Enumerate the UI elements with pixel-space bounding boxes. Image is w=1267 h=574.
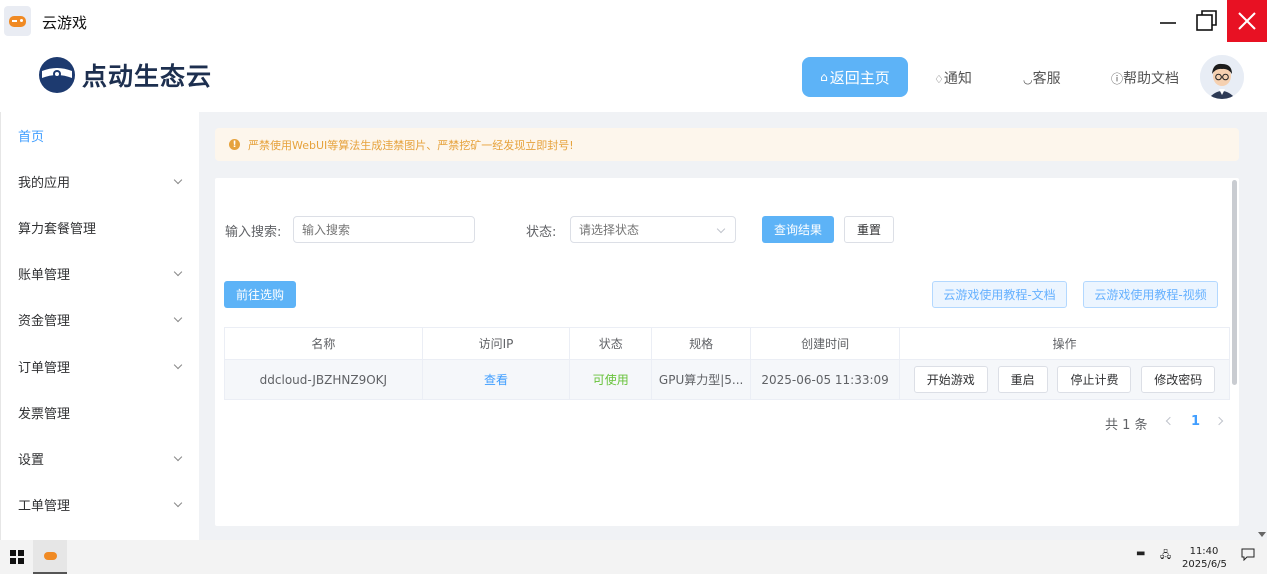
sidebar-item[interactable]: 我的应用 [1,158,199,204]
sidebar-item-label: 发票管理 [18,406,71,422]
column-header: 规格 [651,327,752,360]
search-input[interactable] [293,216,475,243]
close-icon [1238,12,1256,30]
bell-icon: ♢ [934,73,944,86]
stop-billing-button[interactable]: 停止计费 [1057,366,1132,393]
sidebar-item-label: 设置 [18,452,45,468]
tutorial-video-button[interactable]: 云游戏使用教程-视频 [1083,281,1218,308]
header: 点动生态云 ⌂ 返回主页 ♢通知 ◡客服 ⓘ帮助文档 [0,42,1267,112]
sidebar-item-label: 我的应用 [18,175,71,191]
logo[interactable]: 点动生态云 [38,56,212,94]
network-icon[interactable]: 🖧 [1160,548,1171,565]
sidebar-item[interactable]: 资金管理 [1,297,199,343]
column-header: 名称 [224,327,423,360]
sidebar-item[interactable]: 发票管理 [1,389,199,435]
chevron-down-icon [173,498,183,508]
warning-icon: ! [229,139,240,150]
sidebar-item-label: 账单管理 [18,268,71,284]
search-label: 输入搜索: [225,225,282,240]
sidebar-item[interactable]: 设置 [1,435,199,481]
chevron-down-icon [173,452,183,462]
warning-text: 严禁使用WebUI等算法生成违禁图片、严禁挖矿一经发现立即封号! [248,138,574,152]
table-header-row: 名称 访问IP 状态 规格 创建时间 操作 [224,327,1230,360]
restart-button[interactable]: 重启 [997,366,1048,393]
minimize-button[interactable] [1148,0,1188,42]
column-header: 创建时间 [750,327,901,360]
window-title: 云游戏 [42,14,88,32]
windows-start-icon[interactable] [10,550,24,564]
restore-icon [1196,10,1217,31]
headset-icon: ◡ [1023,73,1033,86]
sidebar-item[interactable]: 算力套餐管理 [1,204,199,250]
taskbar: ▬ 🖧 11:40 2025/6/5 [0,540,1267,574]
query-button[interactable]: 查询结果 [762,216,834,243]
warning-banner: ! 严禁使用WebUI等算法生成违禁图片、严禁挖矿一经发现立即封号! [215,128,1239,161]
sidebar-item[interactable]: 账单管理 [1,251,199,297]
status-select[interactable] [570,216,736,243]
vertical-scrollbar[interactable] [1232,180,1237,385]
column-header: 操作 [899,327,1230,360]
service-link[interactable]: ◡客服 [1023,68,1061,88]
sidebar: 首页我的应用算力套餐管理 账单管理资金管理订单管理发票管理设置工单管理 [0,112,199,540]
chevron-down-icon [173,314,183,323]
column-header: 状态 [569,327,653,360]
gamepad-icon [4,6,31,36]
sidebar-item-label: 算力套餐管理 [18,221,97,237]
taskbar-app-cloud-game[interactable] [33,540,67,574]
scroll-down-icon[interactable] [1258,532,1266,537]
logo-text: 点动生态云 [82,62,213,91]
instance-name: ddcloud-JBZHNZ9OKJ [224,359,423,400]
goto-select-button[interactable]: 前往选购 [224,281,296,308]
status-text: 可使用 [592,373,629,387]
start-game-button[interactable]: 开始游戏 [913,366,988,393]
change-password-button[interactable]: 修改密码 [1141,366,1216,393]
column-header: 访问IP [421,327,571,360]
tutorial-doc-button[interactable]: 云游戏使用教程-文档 [932,281,1067,308]
notification-icon[interactable] [1241,547,1255,564]
help-icon: ⓘ [1111,72,1124,86]
sidebar-item[interactable]: 工单管理 [1,482,199,528]
sidebar-item-label: 订单管理 [18,360,71,376]
notice-link[interactable]: ♢通知 [934,68,972,88]
logo-icon [39,57,75,93]
status-label: 状态: [526,225,557,240]
system-clock[interactable]: 11:40 2025/6/5 [1182,545,1227,571]
table-row: ddcloud-JBZHNZ9OKJ 查看 可使用 GPU算力型|5... 20… [224,359,1230,400]
sidebar-item[interactable]: 订单管理 [1,343,199,389]
created-time: 2025-06-05 11:33:09 [750,359,901,400]
help-link[interactable]: ⓘ帮助文档 [1111,68,1179,88]
user-avatar-icon [1200,55,1244,99]
reset-button[interactable]: 重置 [844,216,894,243]
pagination-total: 共 1 条 [1105,418,1148,433]
home-icon: ⌂ [820,70,828,84]
avatar[interactable] [1200,55,1244,99]
instance-table: 名称 访问IP 状态 规格 创建时间 操作 ddcloud-JBZHNZ9OKJ… [224,327,1230,400]
maximize-button[interactable] [1187,0,1227,42]
current-page[interactable]: 1 [1191,414,1200,429]
home-button[interactable]: ⌂ 返回主页 [802,57,908,97]
view-ip-link[interactable]: 查看 [484,373,508,387]
sidebar-item-label: 首页 [18,129,45,145]
main-content: ! 严禁使用WebUI等算法生成违禁图片、严禁挖矿一经发现立即封号! [199,112,1267,540]
sidebar-item[interactable]: 首页 [1,112,199,158]
close-button[interactable] [1227,0,1267,42]
minimize-icon [1160,22,1176,24]
chevron-down-icon [173,360,183,369]
chevron-down-icon [173,267,183,277]
title-bar: 云游戏 [0,0,1267,42]
operations-cell: 开始游戏 重启 停止计费 修改密码 [899,359,1230,400]
spec-text: GPU算力型|5... [651,359,752,400]
chevron-down-icon [173,175,183,185]
sidebar-item-label: 工单管理 [18,499,71,515]
gamepad-icon [43,552,57,560]
battery-icon[interactable]: ▬ [1136,548,1145,559]
sidebar-item-label: 资金管理 [18,314,71,330]
